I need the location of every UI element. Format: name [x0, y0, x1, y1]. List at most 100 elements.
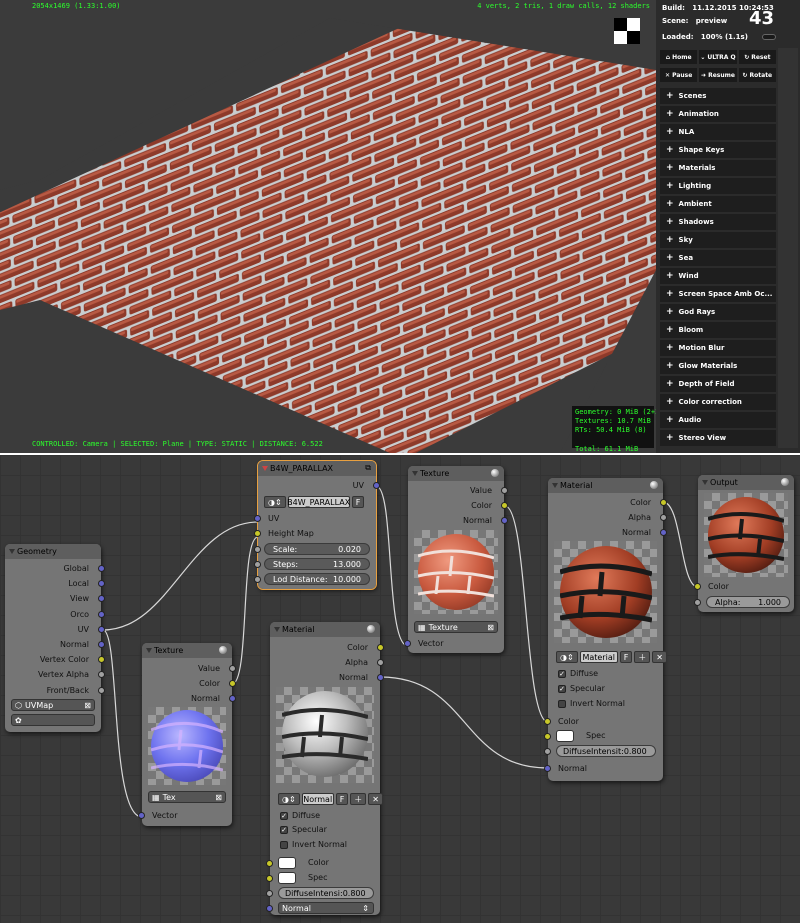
normal-output-socket[interactable]	[229, 695, 236, 702]
alpha-input-socket[interactable]	[694, 599, 701, 606]
lod-distance-socket[interactable]	[254, 576, 261, 583]
spec-input-socket[interactable]	[544, 733, 551, 740]
uv-output-socket[interactable]	[373, 482, 380, 489]
invert-normal-checkbox[interactable]: Invert Normal	[280, 840, 347, 849]
menu-item-nla[interactable]: + NLA	[660, 124, 776, 140]
uvmap-field[interactable]: ⬡ UVMap ⊠	[11, 699, 95, 711]
menu-item-sea[interactable]: + Sea	[660, 250, 776, 266]
render-canvas[interactable]: 2054x1469 (1.33:1.00) 4 verts, 2 tris, 1…	[0, 0, 656, 453]
collapse-icon[interactable]	[274, 627, 280, 632]
lod-distance-field[interactable]: Lod Distance: 10.000	[264, 573, 370, 585]
texture-node-header[interactable]: Texture	[142, 643, 232, 658]
menu-item-materials[interactable]: + Materials	[660, 160, 776, 176]
geometry-output-socket[interactable]	[98, 641, 105, 648]
diffuse-intensity-socket[interactable]	[544, 748, 551, 755]
close-icon[interactable]: ✕	[368, 793, 383, 805]
resume-button[interactable]: ➜ Resume	[699, 68, 737, 82]
value-output-socket[interactable]	[229, 665, 236, 672]
normal-output-socket[interactable]	[501, 517, 508, 524]
menu-item-motion-blur[interactable]: + Motion Blur	[660, 340, 776, 356]
menu-item-lighting[interactable]: + Lighting	[660, 178, 776, 194]
steps-socket[interactable]	[254, 561, 261, 568]
pause-button[interactable]: ✕ Pause	[660, 68, 698, 82]
menu-item-ambient[interactable]: + Ambient	[660, 196, 776, 212]
menu-item-animation[interactable]: + Animation	[660, 106, 776, 122]
texture-select[interactable]: ▦ Tex ⊠	[148, 791, 226, 803]
specular-checkbox[interactable]: ✓ Specular	[280, 825, 327, 834]
menu-item-scenes[interactable]: + Scenes	[660, 88, 776, 104]
vector-input-socket[interactable]	[404, 640, 411, 647]
normal-input-socket[interactable]	[266, 905, 273, 912]
normal-input-socket[interactable]	[544, 765, 551, 772]
fake-user-button[interactable]: F	[351, 496, 365, 508]
geometry-output-socket[interactable]	[98, 610, 105, 618]
diffuse-intensity-field[interactable]: DiffuseIntensi:0.800	[278, 887, 374, 899]
menu-item-bloom[interactable]: + Bloom	[660, 322, 776, 338]
scale-field[interactable]: Scale: 0.020	[264, 543, 370, 555]
spec-swatch[interactable]	[278, 872, 296, 884]
menu-item-color-correction[interactable]: + Color correction	[660, 394, 776, 410]
preview-toggle-icon[interactable]	[650, 481, 658, 489]
scale-socket[interactable]	[254, 546, 261, 553]
diffuse-intensity-field[interactable]: DiffuseIntensit:0.800	[556, 745, 656, 757]
main-material-node[interactable]: Material Color Alpha Normal ◑⇕ Material …	[544, 478, 667, 781]
add-icon[interactable]: ＋	[634, 651, 651, 663]
texture-node-header[interactable]: Texture	[408, 466, 504, 481]
menu-item-audio[interactable]: + Audio	[660, 412, 776, 428]
add-icon[interactable]: ＋	[350, 793, 367, 805]
geometry-node-header[interactable]: Geometry	[5, 544, 101, 559]
close-icon[interactable]: ✕	[652, 651, 667, 663]
collapse-icon[interactable]	[146, 648, 152, 653]
color-texture-node[interactable]: Texture Value Color Normal ▦ Texture ⊠ Vec…	[404, 466, 508, 653]
material-type-icon[interactable]: ◑⇕	[278, 793, 300, 805]
clear-icon[interactable]: ⊠	[487, 623, 494, 632]
node-group-icon[interactable]: ◑⇕	[264, 496, 286, 508]
color-output-socket[interactable]	[229, 680, 236, 687]
color-swatch[interactable]	[278, 857, 296, 869]
clear-icon[interactable]: ⊠	[215, 793, 222, 802]
preview-toggle-icon[interactable]	[367, 625, 375, 633]
material-node-header[interactable]: Material	[270, 622, 380, 637]
reset-button[interactable]: ↻ Reset	[738, 50, 776, 64]
material-type-icon[interactable]: ◑⇕	[556, 651, 578, 663]
material-node-header[interactable]: Material	[548, 478, 663, 493]
geometry-output-socket[interactable]	[98, 565, 105, 572]
menu-item-shadows[interactable]: + Shadows	[660, 214, 776, 230]
normal-output-socket[interactable]	[660, 529, 667, 536]
material-selector[interactable]: ◑⇕ Normal F ＋ ✕	[278, 793, 383, 805]
quality-button[interactable]: ⌄ ULTRA Q	[699, 50, 737, 64]
output-node[interactable]: Output Color Alpha: 1.000	[694, 475, 794, 612]
fake-user-button[interactable]: F	[619, 651, 633, 663]
uv-input-socket[interactable]	[254, 515, 261, 522]
group-icon[interactable]: ⧉	[365, 463, 371, 473]
alpha-output-socket[interactable]	[377, 659, 384, 666]
spec-swatch[interactable]	[556, 730, 574, 742]
normal-input-select[interactable]: Normal ⇕	[278, 902, 374, 914]
vertex-color-field[interactable]: ✿	[11, 714, 95, 726]
preview-toggle-icon[interactable]	[219, 646, 227, 654]
alpha-output-socket[interactable]	[660, 514, 667, 521]
color-input-socket[interactable]	[694, 583, 701, 590]
alpha-field[interactable]: Alpha: 1.000	[706, 596, 790, 608]
hud-toggle[interactable]	[762, 34, 776, 40]
menu-item-shape-keys[interactable]: + Shape Keys	[660, 142, 776, 158]
collapse-icon[interactable]	[412, 471, 418, 476]
collapse-icon[interactable]	[552, 483, 558, 488]
rotate-button[interactable]: ↻ Rotate	[738, 68, 776, 82]
diffuse-intensity-socket[interactable]	[266, 890, 273, 897]
panel-scrollbar[interactable]	[778, 48, 798, 448]
normal-texture-node[interactable]: Texture Value Color Normal ▦ Tex ⊠ Vector	[138, 643, 236, 826]
menu-item-god-rays[interactable]: + God Rays	[660, 304, 776, 320]
vector-input-socket[interactable]	[138, 812, 145, 819]
steps-field[interactable]: Steps: 13.000	[264, 558, 370, 570]
menu-item-sky[interactable]: + Sky	[660, 232, 776, 248]
menu-item-wind[interactable]: + Wind	[660, 268, 776, 284]
texture-select[interactable]: ▦ Texture ⊠	[414, 621, 498, 633]
preview-toggle-icon[interactable]	[491, 469, 499, 477]
color-input-socket[interactable]	[266, 860, 273, 867]
collapse-icon[interactable]	[262, 466, 268, 471]
menu-item-stereo-view[interactable]: + Stereo View	[660, 430, 776, 446]
color-output-socket[interactable]	[377, 644, 384, 651]
material-selector[interactable]: ◑⇕ Material F ＋ ✕	[556, 651, 667, 663]
value-output-socket[interactable]	[501, 487, 508, 494]
